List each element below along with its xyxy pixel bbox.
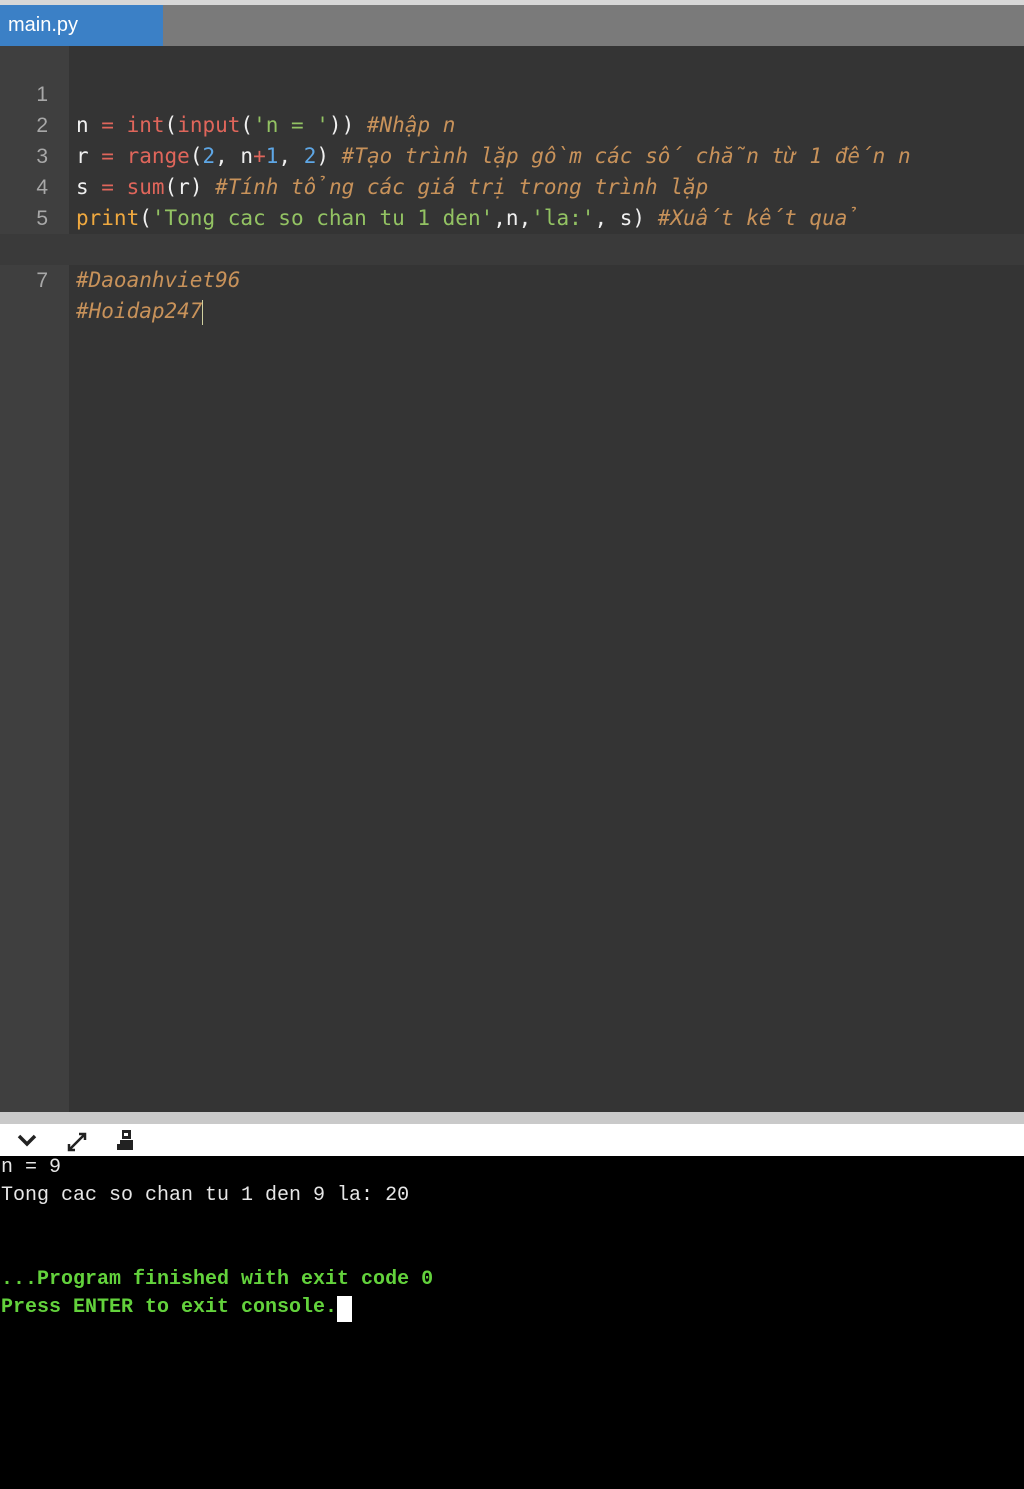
console-status-line: ...Program finished with exit code 0 <box>1 1268 434 1291</box>
text-caret <box>202 299 204 325</box>
console-cursor <box>337 1296 353 1322</box>
code-line-active[interactable]: 7 #Hoidap247 <box>0 234 1024 325</box>
console-prompt-line: Press ENTER to exit console. <box>1 1294 353 1322</box>
code-line[interactable]: 6 #Daoanhviet96 <box>0 203 1024 292</box>
console-toolbar <box>0 1124 1024 1156</box>
code-line[interactable]: 3 s = sum(r) #Tính tổng các giá trị tron… <box>0 110 1024 199</box>
console-resize-handle[interactable] <box>0 1112 1024 1124</box>
expand-icon[interactable] <box>60 1124 94 1156</box>
code-line[interactable]: 4 print('Tong cac so chan tu 1 den',n,'l… <box>0 141 1024 230</box>
code-line[interactable]: 1 n = int(input('n = ')) #Nhập n <box>0 48 1024 137</box>
code-line[interactable]: 5 <box>0 172 1024 230</box>
editor-tab-bar: main.py <box>0 5 1024 46</box>
code-editor[interactable]: 1 n = int(input('n = ')) #Nhập n 2 r = r… <box>0 46 1024 1112</box>
console-output-line: Tong cac so chan tu 1 den 9 la: 20 <box>1 1184 410 1207</box>
console-output-line: n = 9 <box>1 1156 62 1179</box>
clear-console-icon[interactable] <box>108 1124 142 1156</box>
line-number: 7 <box>36 269 48 292</box>
output-console[interactable]: n = 9 Tong cac so chan tu 1 den 9 la: 20… <box>0 1156 1024 1489</box>
tab-main-py[interactable]: main.py <box>0 5 163 46</box>
code-line[interactable]: 2 r = range(2, n+1, 2) #Tạo trình lặp gồ… <box>0 79 1024 168</box>
chevron-down-icon[interactable] <box>10 1124 44 1156</box>
